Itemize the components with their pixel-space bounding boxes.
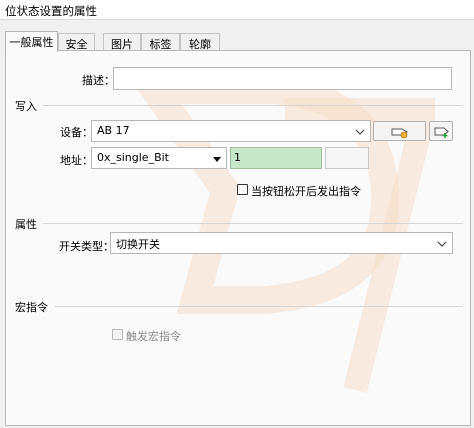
- attribute-section-title: 属性: [15, 216, 40, 232]
- description-label: 描述：: [82, 74, 115, 87]
- device-settings-button[interactable]: [373, 121, 426, 141]
- address-type-value: 0x_single_Bit: [97, 151, 169, 164]
- chevron-down-icon: [437, 241, 447, 247]
- tab-label: 一般属性: [9, 36, 54, 49]
- device-label: 设备：: [60, 126, 93, 139]
- tag-add-icon: [434, 127, 449, 138]
- chevron-down-icon: [355, 129, 365, 135]
- trigger-macro-label: 触发宏指令: [126, 330, 181, 343]
- tab-picture[interactable]: 图片: [103, 33, 141, 51]
- description-input[interactable]: [113, 67, 452, 90]
- window-title: 位状态设置的属性: [5, 4, 97, 18]
- macro-section-title: 宏指令: [15, 299, 51, 315]
- address-label: 地址：: [60, 154, 93, 167]
- macro-section-divider: [55, 306, 463, 307]
- title-bar: 位状态设置的属性: [0, 0, 474, 20]
- switch-type-value: 切换开关: [116, 238, 160, 251]
- attribute-section-divider: [43, 223, 463, 224]
- tab-security[interactable]: 安全: [58, 33, 95, 51]
- tag-gear-icon: [391, 128, 408, 139]
- on-release-checkbox[interactable]: [237, 184, 248, 195]
- trigger-macro-checkbox[interactable]: [112, 329, 123, 340]
- write-section-title: 写入: [15, 98, 40, 114]
- device-add-button[interactable]: [429, 121, 453, 141]
- address-value-input[interactable]: 1: [230, 147, 322, 169]
- tab-label-settings[interactable]: 标签: [141, 33, 180, 51]
- switch-type-select[interactable]: 切换开关: [110, 232, 453, 254]
- device-select[interactable]: AB 17: [91, 120, 371, 142]
- address-type-select[interactable]: 0x_single_Bit: [91, 147, 227, 169]
- dropdown-arrow-icon: [213, 157, 221, 162]
- tab-outline[interactable]: 轮廓: [180, 33, 220, 51]
- device-value: AB 17: [97, 124, 130, 137]
- switch-type-label: 开关类型：: [59, 240, 114, 253]
- on-release-label: 当按钮松开后发出指令: [251, 185, 361, 198]
- address-extra-field: [325, 147, 369, 169]
- address-value: 1: [234, 151, 241, 164]
- tab-general[interactable]: 一般属性: [5, 31, 58, 52]
- write-section-divider: [43, 105, 463, 106]
